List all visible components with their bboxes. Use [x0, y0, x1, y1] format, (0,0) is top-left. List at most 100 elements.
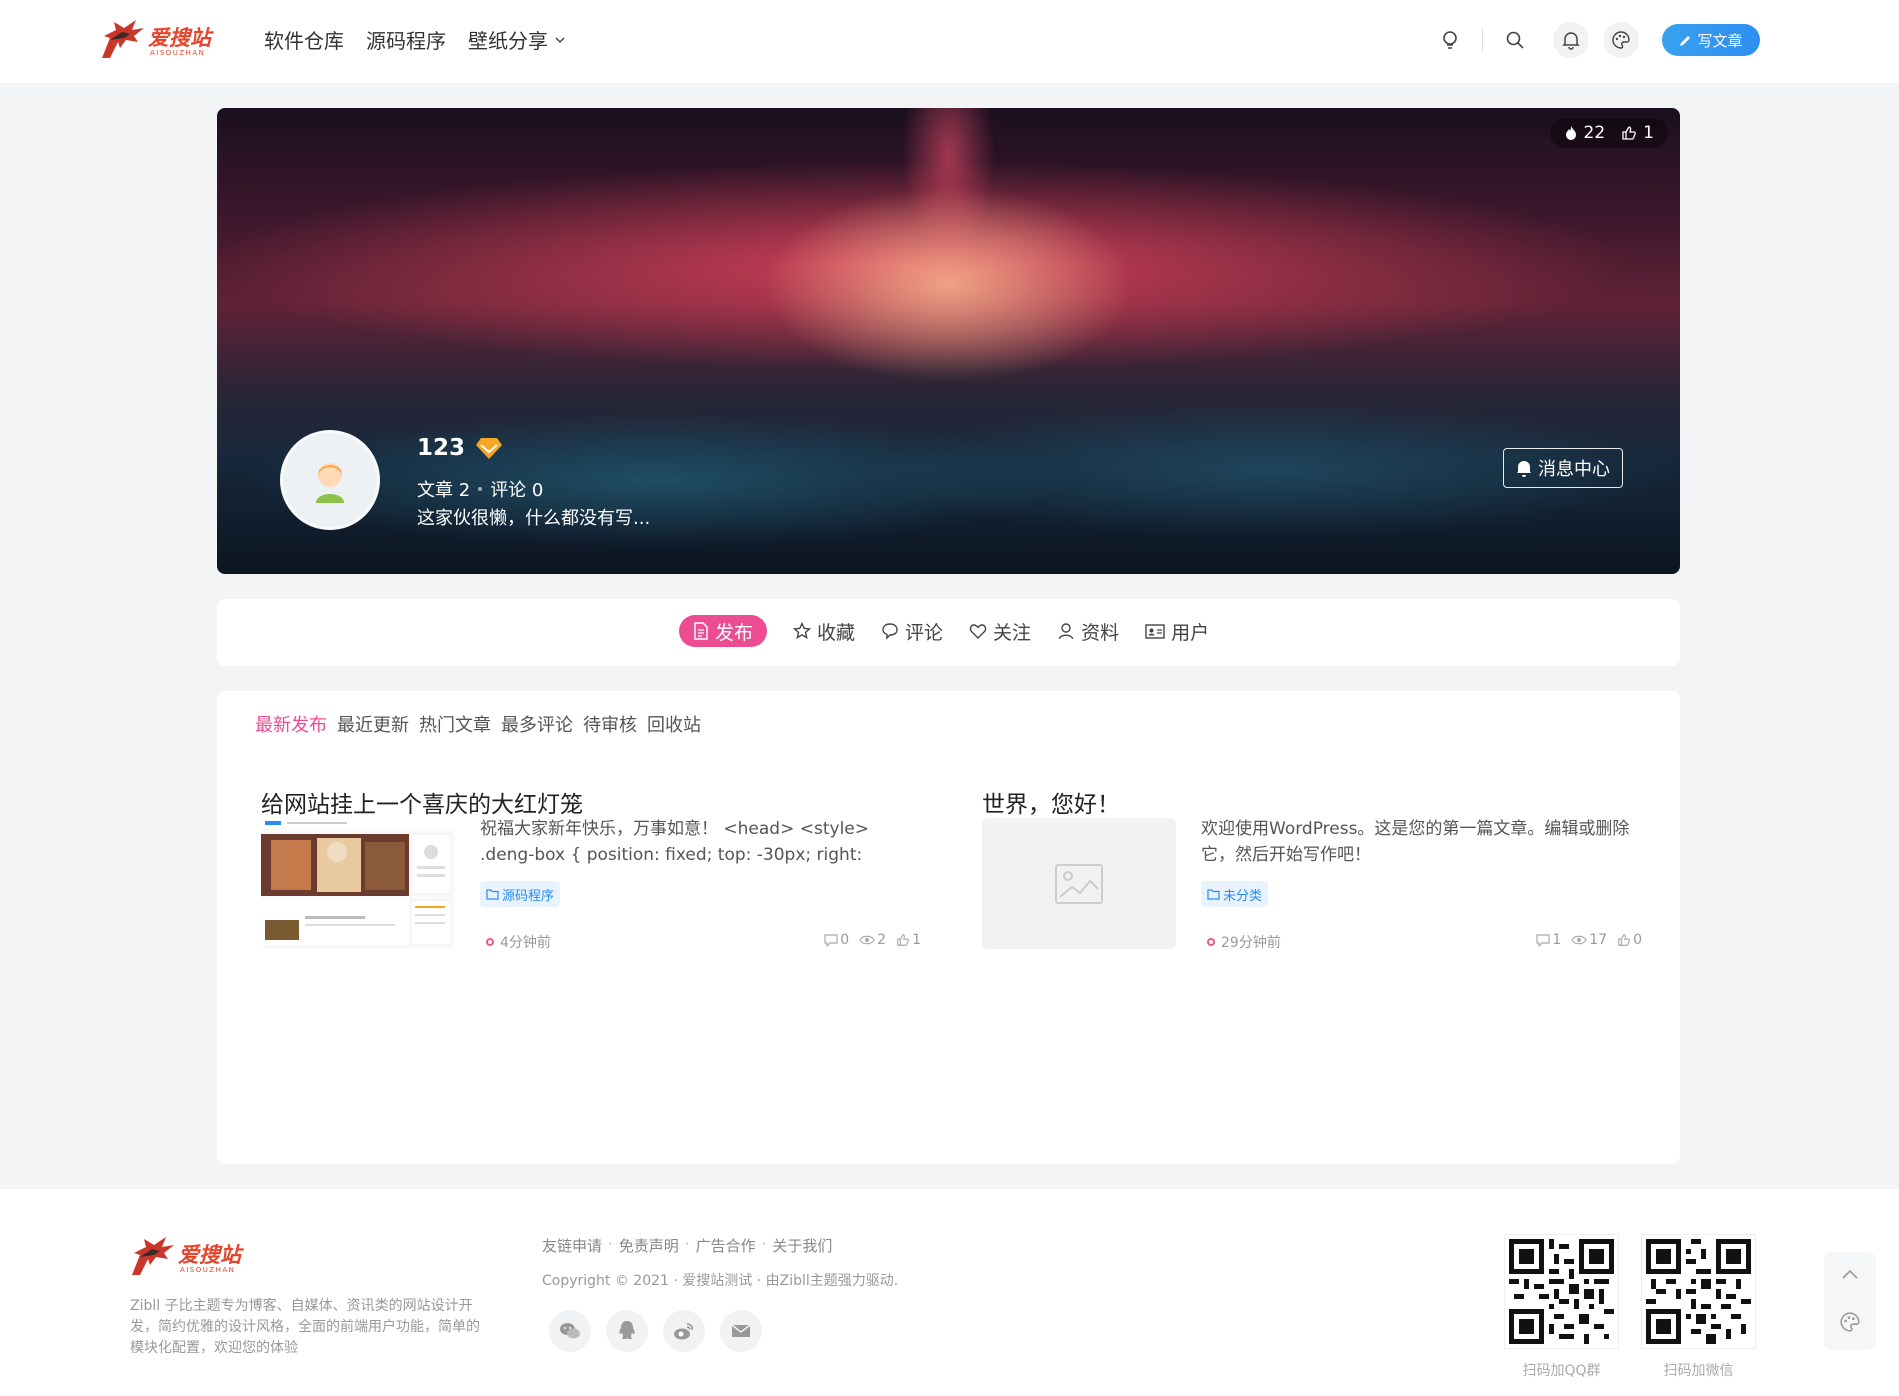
link-ads[interactable]: 广告合作 — [696, 1235, 756, 1256]
qr-wechat-label: 扫码加微信 — [1663, 1363, 1734, 1379]
filter-hot[interactable]: 热门文章 — [419, 711, 491, 737]
main-nav: 软件仓库 源码程序 壁纸分享 — [264, 25, 566, 54]
avatar[interactable] — [280, 430, 380, 530]
tab-following[interactable]: 关注 — [969, 615, 1031, 647]
website-screenshot-image — [261, 818, 455, 949]
image-placeholder-icon — [1055, 863, 1103, 904]
comment-icon — [1536, 933, 1550, 947]
palette-icon — [1612, 31, 1630, 49]
chevron-down-icon — [555, 36, 565, 43]
mail-icon — [731, 1324, 751, 1337]
comments-icon — [882, 623, 898, 640]
tab-users[interactable]: 用户 — [1145, 615, 1209, 647]
bell-icon — [1562, 32, 1580, 50]
user-description: 这家伙很懒，什么都没有写... — [417, 508, 651, 529]
eye-icon — [859, 935, 875, 945]
divider — [1482, 29, 1483, 51]
message-center-button[interactable]: 消息中心 — [1503, 448, 1623, 488]
filter-most-comments[interactable]: 最多评论 — [501, 711, 573, 737]
post-thumbnail[interactable] — [261, 818, 455, 949]
weibo-icon — [674, 1323, 694, 1340]
post-stats: 1 17 0 — [1536, 932, 1642, 948]
post-title[interactable]: 世界，您好！ — [982, 785, 1120, 819]
post-excerpt: 祝福大家新年快乐，万事如意！ <head> <style> .deng-box … — [480, 819, 869, 865]
header-icons — [1432, 22, 1639, 58]
logo-wolf-icon — [132, 1237, 174, 1275]
link-disclaimer[interactable]: 免责声明 — [619, 1235, 679, 1256]
view-stat: 17 — [1571, 932, 1607, 948]
category-tag[interactable]: 未分类 — [1201, 881, 1269, 907]
star-icon — [793, 622, 812, 640]
search-button[interactable] — [1497, 22, 1533, 58]
qr-code-image — [1646, 1239, 1751, 1344]
filter-trash[interactable]: 回收站 — [647, 711, 701, 737]
link-about[interactable]: 关于我们 — [772, 1235, 832, 1256]
separator-dot — [478, 487, 483, 491]
comment-count: 评论 0 — [490, 480, 544, 501]
post-stats: 0 2 1 — [824, 932, 921, 948]
profile-banner: 22 1 123 文章 2 评论 0 这家伙很懒，什么都没有写... 消息中心 — [217, 108, 1680, 574]
article-count: 文章 2 — [417, 480, 471, 501]
theme-switch-button[interactable] — [1839, 1311, 1861, 1337]
footer-links: 友链申请 · 免责声明 · 广告合作 · 关于我们 — [542, 1235, 833, 1256]
qr-code-qq — [1505, 1235, 1618, 1348]
filter-latest[interactable]: 最新发布 — [255, 711, 327, 737]
tab-posts[interactable]: 发布 — [679, 615, 768, 647]
thumbs-up-icon — [1618, 934, 1631, 946]
user-icon — [1058, 623, 1074, 640]
footer-logo[interactable]: 爱搜站 AISOUZHAN — [130, 1235, 242, 1279]
user-counts: 文章 2 评论 0 — [417, 476, 543, 502]
logo-text: 爱搜站 — [148, 26, 211, 50]
comment-stat: 1 — [1536, 932, 1561, 948]
palette-icon — [1840, 1312, 1860, 1332]
view-stat: 2 — [859, 932, 886, 948]
post-card[interactable]: 世界，您好！ 欢迎使用WordPress。这是您的第一篇文章。编辑或删除它，然后… — [982, 785, 1642, 965]
profile-stats: 22 1 — [1549, 118, 1668, 148]
post-title[interactable]: 给网站挂上一个喜庆的大红灯笼 — [261, 785, 583, 819]
qr-code-image — [1509, 1239, 1614, 1344]
notifications-button[interactable] — [1553, 22, 1589, 58]
pencil-icon — [1680, 35, 1691, 46]
folder-icon — [1207, 888, 1220, 900]
link-friend-apply[interactable]: 友链申请 — [542, 1235, 602, 1256]
chevron-up-icon — [1842, 1270, 1858, 1279]
lightbulb-icon — [1443, 31, 1457, 49]
logo-subtext: AISOUZHAN — [180, 1266, 236, 1274]
wechat-icon — [560, 1323, 580, 1339]
post-thumbnail[interactable] — [982, 818, 1176, 949]
comment-icon — [824, 933, 838, 947]
tab-comments[interactable]: 评论 — [881, 615, 943, 647]
email-button[interactable] — [720, 1310, 762, 1352]
weibo-button[interactable] — [663, 1310, 705, 1352]
qq-button[interactable] — [606, 1310, 648, 1352]
nav-source-code[interactable]: 源码程序 — [366, 25, 446, 54]
logo-subtext: AISOUZHAN — [150, 49, 206, 57]
tab-favorites[interactable]: 收藏 — [793, 615, 855, 647]
post-filter-tabs: 最新发布 最近更新 热门文章 最多评论 待审核 回收站 — [255, 711, 701, 737]
nav-wallpaper[interactable]: 壁纸分享 — [468, 25, 566, 54]
theme-button[interactable] — [1603, 22, 1639, 58]
signin-button[interactable] — [1432, 22, 1468, 58]
qq-icon — [619, 1321, 635, 1339]
post-card[interactable]: 给网站挂上一个喜庆的大红灯笼 祝福大家新年快乐，万事如意！ <head> <st… — [261, 785, 921, 965]
document-icon — [694, 622, 708, 640]
category-tag[interactable]: 源码程序 — [480, 881, 561, 907]
tab-profile[interactable]: 资料 — [1057, 615, 1119, 647]
time-dot-icon — [1207, 938, 1215, 946]
qr-code-wechat — [1642, 1235, 1755, 1348]
back-to-top-button[interactable] — [1841, 1265, 1859, 1284]
fire-icon — [1565, 126, 1576, 140]
like-stat: 1 — [896, 932, 921, 948]
site-logo[interactable]: 爱搜站 AISOUZHAN — [100, 18, 212, 62]
floating-tools — [1824, 1252, 1876, 1350]
post-excerpt: 欢迎使用WordPress。这是您的第一篇文章。编辑或删除它，然后开始写作吧！ — [1201, 819, 1630, 865]
write-article-button[interactable]: 写文章 — [1662, 24, 1760, 56]
post-time: 4分钟前 — [486, 932, 551, 952]
nav-software[interactable]: 软件仓库 — [264, 25, 344, 54]
like-stat: 0 — [1617, 932, 1642, 948]
wechat-button[interactable] — [549, 1310, 591, 1352]
posts-panel: 最新发布 最近更新 热门文章 最多评论 待审核 回收站 给网站挂上一个喜庆的大红… — [217, 691, 1680, 1164]
filter-pending[interactable]: 待审核 — [583, 711, 637, 737]
heat-count: 22 — [1583, 123, 1606, 143]
filter-updated[interactable]: 最近更新 — [337, 711, 409, 737]
